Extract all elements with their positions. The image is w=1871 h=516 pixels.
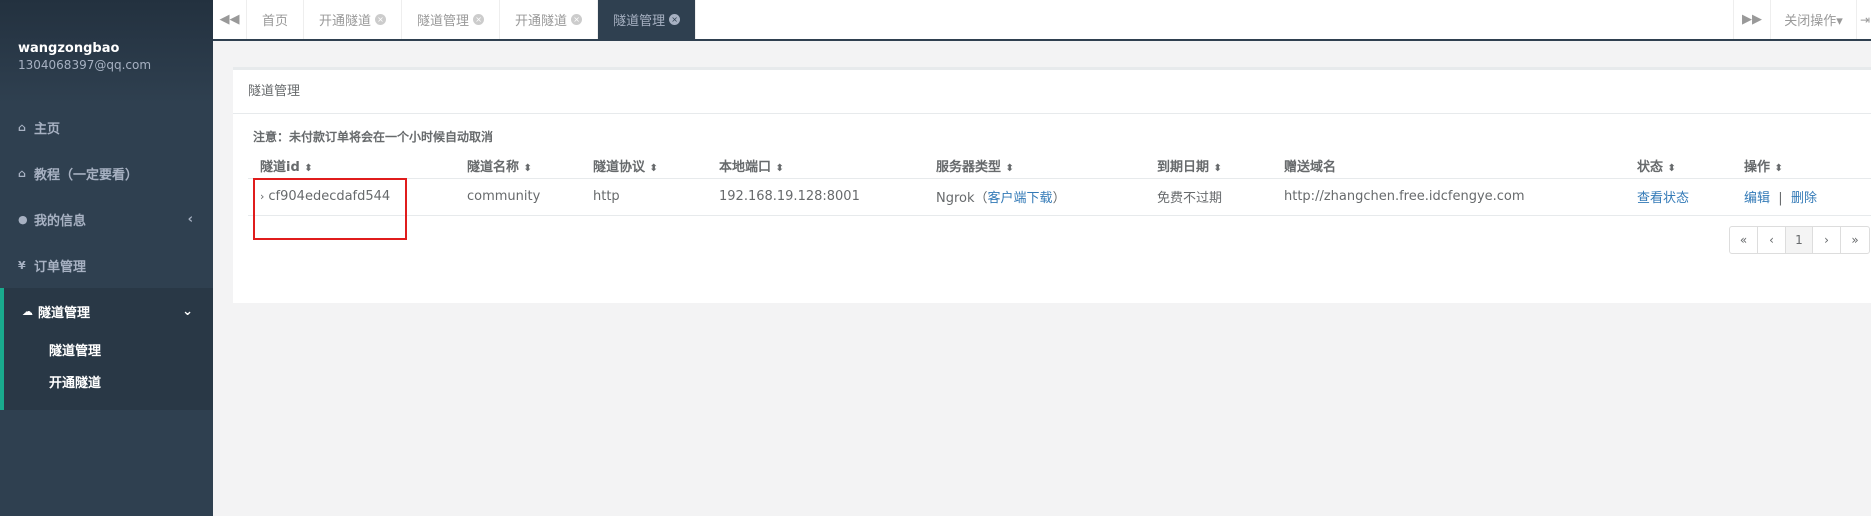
sidebar-item-my-info[interactable]: ● 我的信息 ‹ (0, 196, 213, 242)
cell-protocol: http (581, 178, 707, 216)
tab-label: 开通隧道 (515, 14, 568, 29)
sidebar-item-label: 主页 (34, 121, 61, 137)
cell-local-port: 192.168.19.128:8001 (707, 178, 924, 216)
tab-label: 首页 (262, 14, 289, 29)
home-icon: ⌂ (18, 120, 26, 134)
sort-icon: ⬍ (649, 162, 658, 174)
client-download-link[interactable]: 客户端下载 (988, 191, 1053, 206)
panel-title: 隧道管理 (233, 70, 1871, 114)
cell-actions: 编辑 | 删除 (1732, 178, 1871, 216)
tunnel-submenu: 隧道管理 开通隧道 (0, 334, 213, 410)
tab-tunnel-manage-active[interactable]: 隧道管理 × (598, 0, 697, 39)
sort-icon: ⬍ (1667, 162, 1676, 174)
prev-page-button[interactable]: ‹ (1758, 227, 1786, 253)
action-separator: | (1778, 191, 1783, 206)
column-header-id[interactable]: 隧道id ⬍ (248, 153, 455, 179)
close-icon[interactable]: × (473, 14, 485, 25)
cell-tunnel-name: community (455, 178, 581, 216)
cloud-icon: ☁ (22, 304, 33, 318)
close-icon[interactable]: × (375, 14, 387, 25)
cell-status: 查看状态 (1625, 178, 1732, 216)
close-operations-dropdown[interactable]: 关闭操作▾ (1770, 0, 1856, 39)
cell-expiry: 免费不过期 (1145, 178, 1272, 216)
yen-icon: ¥ (18, 258, 26, 272)
tab-list: 首页 开通隧道 × 隧道管理 × 开通隧道 × 隧道管理 × (247, 0, 697, 39)
close-icon[interactable]: × (669, 14, 681, 25)
cell-domain: http://zhangchen.free.idcfengye.com (1272, 178, 1625, 216)
column-header-actions[interactable]: 操作 ⬍ (1732, 153, 1871, 179)
tab-bar: ◀◀ 首页 开通隧道 × 隧道管理 × 开通隧道 × 隧道管理 × ▶▶ 关闭操… (213, 0, 1871, 41)
close-icon[interactable]: × (571, 14, 583, 25)
page-number-button[interactable]: 1 (1786, 227, 1813, 253)
table-header-row: 隧道id ⬍ 隧道名称 ⬍ 隧道协议 ⬍ 本地端口 ⬍ 服务器类型 ⬍ 到期日期… (248, 153, 1871, 179)
delete-link[interactable]: 删除 (1791, 191, 1817, 206)
edit-link[interactable]: 编辑 (1744, 191, 1770, 206)
user-profile: wangzongbao 1304068397@qq.com (0, 0, 213, 104)
sort-icon: ⬍ (523, 162, 532, 174)
column-header-domain[interactable]: 赠送域名 (1272, 153, 1625, 179)
sort-icon: ⬍ (775, 162, 784, 174)
sort-icon: ⬍ (1005, 162, 1014, 174)
column-header-name[interactable]: 隧道名称 ⬍ (455, 153, 581, 179)
user-email: 1304068397@qq.com (18, 58, 152, 72)
cell-server-type: Ngrok（客户端下载） (924, 178, 1145, 216)
tab-open-tunnel[interactable]: 开通隧道 × (304, 0, 403, 39)
sidebar: wangzongbao 1304068397@qq.com ⌂ 主页 ⌂ 教程（… (0, 0, 213, 516)
chevron-left-icon: ‹ (187, 212, 193, 227)
sidebar-item-label: 隧道管理 (38, 305, 91, 321)
tab-label: 开通隧道 (319, 14, 372, 29)
table-row: › cf904edecdafd544 community http 192.168… (248, 178, 1871, 216)
first-page-button[interactable]: « (1730, 227, 1758, 253)
exit-icon[interactable]: ⇥ (1856, 0, 1871, 39)
tunnel-panel: 隧道管理 注意：未付款订单将会在一个小时候自动取消 隧道id ⬍ 隧道名称 ⬍ … (233, 67, 1871, 303)
sidebar-item-home[interactable]: ⌂ 主页 (0, 104, 213, 150)
scroll-left-icon[interactable]: ◀◀ (213, 0, 247, 39)
tab-tunnel-manage[interactable]: 隧道管理 × (402, 0, 501, 39)
notice-text: 注意：未付款订单将会在一个小时候自动取消 (253, 130, 494, 144)
sidebar-item-tunnels[interactable]: ☁ 隧道管理 ⌄ (0, 288, 213, 334)
last-page-button[interactable]: » (1841, 227, 1869, 253)
sidebar-item-label: 订单管理 (34, 259, 87, 275)
user-icon: ● (18, 212, 28, 226)
next-page-button[interactable]: › (1813, 227, 1841, 253)
column-header-server-type[interactable]: 服务器类型 ⬍ (924, 153, 1145, 179)
sidebar-subitem-tunnel-manage[interactable]: 隧道管理 (4, 336, 213, 368)
sidebar-subitem-open-tunnel[interactable]: 开通隧道 (4, 368, 213, 400)
column-header-local-port[interactable]: 本地端口 ⬍ (707, 153, 924, 179)
column-header-protocol[interactable]: 隧道协议 ⬍ (581, 153, 707, 179)
home-icon: ⌂ (18, 166, 26, 180)
tab-home[interactable]: 首页 (247, 0, 305, 39)
sidebar-item-tutorial[interactable]: ⌂ 教程（一定要看） (0, 150, 213, 196)
sidebar-item-label: 教程（一定要看） (34, 167, 139, 183)
highlight-box (253, 178, 407, 240)
column-header-expiry[interactable]: 到期日期 ⬍ (1145, 153, 1272, 179)
sidebar-item-label: 我的信息 (34, 213, 87, 229)
tab-label: 隧道管理 (613, 14, 666, 29)
pagination: « ‹ 1 › » (1729, 226, 1870, 254)
username[interactable]: wangzongbao (18, 40, 213, 57)
tab-open-tunnel-2[interactable]: 开通隧道 × (500, 0, 599, 39)
sidebar-item-orders[interactable]: ¥ 订单管理 (0, 242, 213, 288)
chevron-down-icon: ⌄ (182, 304, 193, 319)
view-status-link[interactable]: 查看状态 (1637, 191, 1689, 206)
sort-icon: ⬍ (304, 162, 313, 174)
tab-label: 隧道管理 (417, 14, 470, 29)
column-header-status[interactable]: 状态 ⬍ (1625, 153, 1732, 179)
sort-icon: ⬍ (1774, 162, 1783, 174)
sort-icon: ⬍ (1213, 162, 1222, 174)
scroll-right-icon[interactable]: ▶▶ (1733, 0, 1770, 39)
tunnel-table: 隧道id ⬍ 隧道名称 ⬍ 隧道协议 ⬍ 本地端口 ⬍ 服务器类型 ⬍ 到期日期… (248, 153, 1871, 216)
